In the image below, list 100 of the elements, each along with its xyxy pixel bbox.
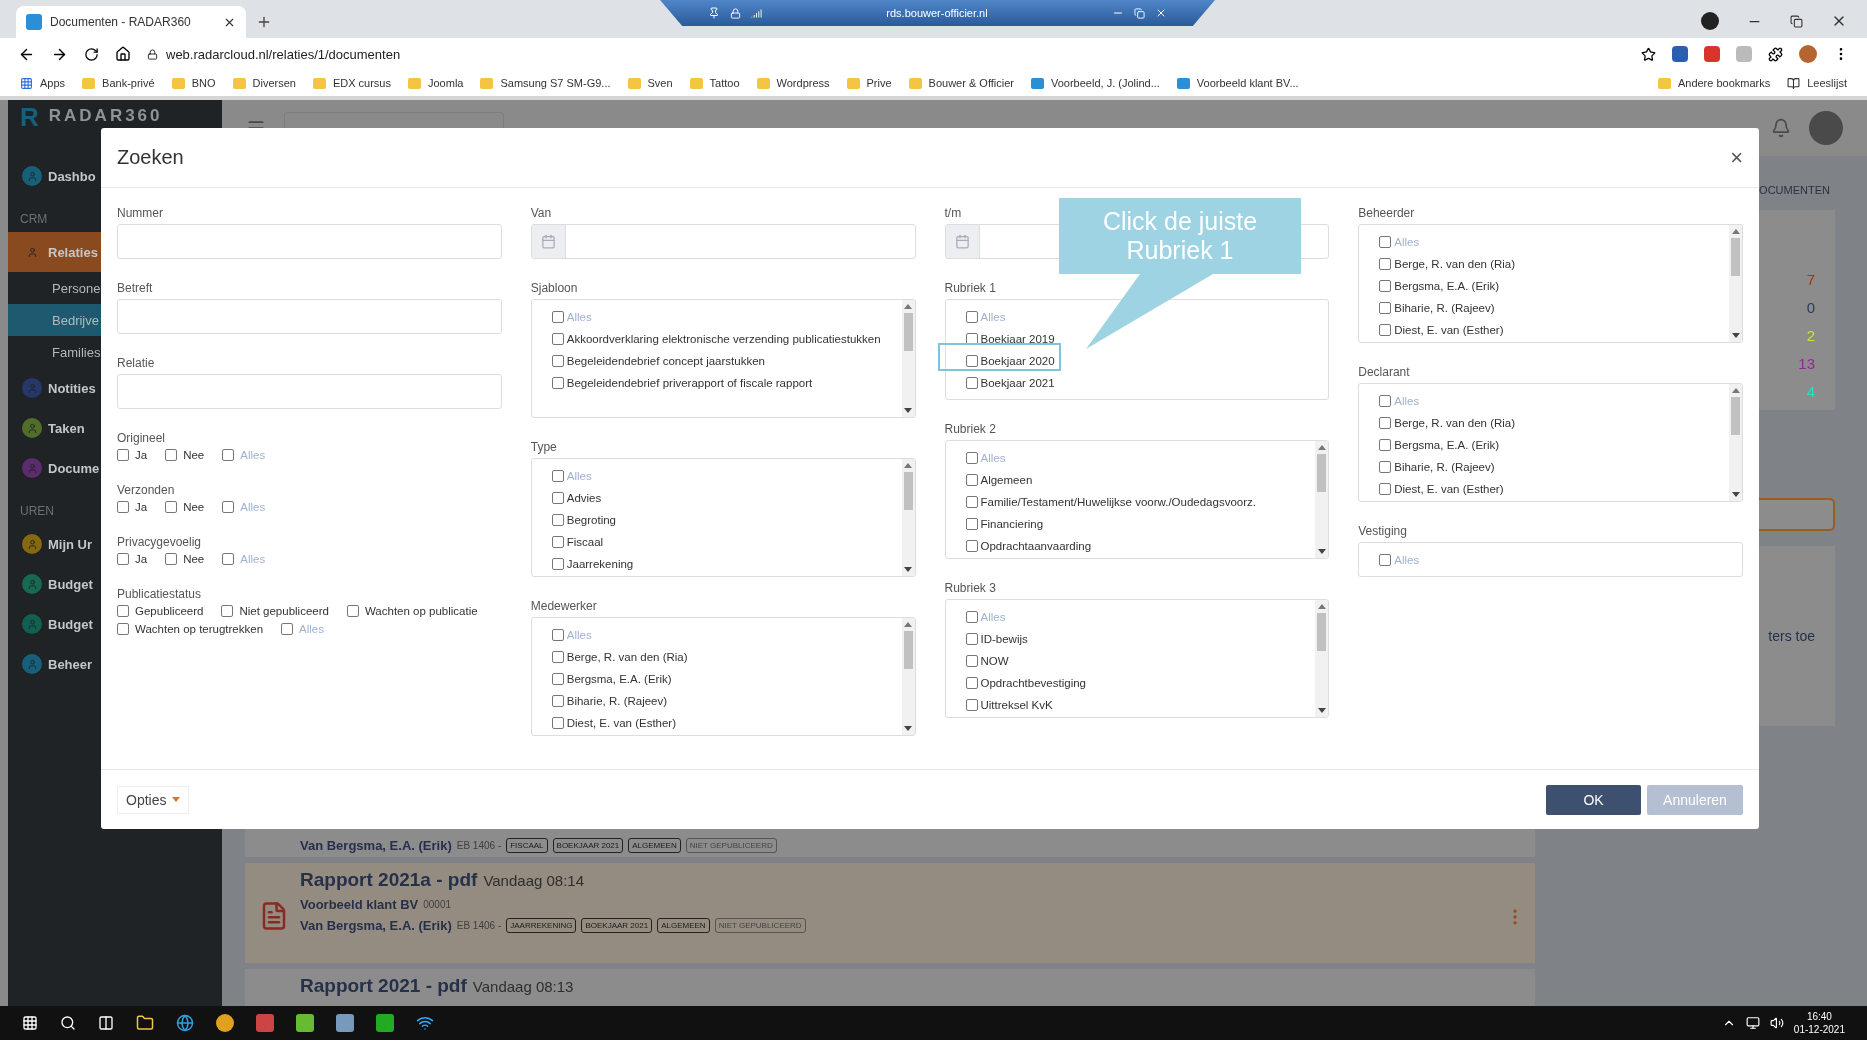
option-label: Alles bbox=[1394, 554, 1420, 566]
field-label: Nummer bbox=[117, 206, 164, 220]
option-label: Alles bbox=[980, 311, 1006, 323]
option-label: Alles bbox=[566, 311, 592, 323]
tag: ALGEMEEN bbox=[628, 838, 681, 853]
option-label: Wachten op publicatie bbox=[364, 605, 478, 617]
tag: NIET GEPUBLICEERD bbox=[685, 838, 777, 853]
option-label: Alles bbox=[240, 449, 266, 461]
option-label: Bergsma, E.A. (Erik) bbox=[1394, 439, 1500, 451]
field-label: Beheerder bbox=[1358, 206, 1416, 220]
option-label: Berge, R. van den (Ria) bbox=[1394, 258, 1516, 270]
option-label: Diest, E. van (Esther) bbox=[566, 717, 677, 729]
field-label: t/m bbox=[944, 206, 963, 220]
field-label: Type bbox=[530, 440, 558, 454]
option-label: Alles bbox=[980, 611, 1006, 623]
option-label: Boekjaar 2019 bbox=[980, 333, 1055, 345]
option-label: ID-bewijs bbox=[980, 633, 1028, 645]
client-number: 00001 bbox=[423, 899, 452, 910]
section-label: CRM bbox=[20, 212, 48, 226]
field-label: Privacygevoelig bbox=[117, 535, 203, 549]
tag: BOEKJAAR 2021 bbox=[581, 918, 653, 933]
option-label: Alles bbox=[1394, 395, 1420, 407]
option-label: Biharie, R. (Rajeev) bbox=[566, 695, 668, 707]
field-label: Rubriek 2 bbox=[944, 422, 997, 436]
option-label: Bergsma, E.A. (Erik) bbox=[1394, 280, 1500, 292]
option-label: Alles bbox=[980, 452, 1006, 464]
option-label: Algemeen bbox=[980, 474, 1033, 486]
dialog-title: Zoeken bbox=[117, 146, 184, 169]
author-text: Van Bergsma, E.A. (Erik) bbox=[300, 918, 452, 933]
field-label: Origineel bbox=[117, 431, 167, 445]
client-name: Voorbeeld klant BV bbox=[300, 897, 419, 912]
field-label: Publicatiestatus bbox=[117, 587, 203, 601]
option-label: Diest, E. van (Esther) bbox=[1394, 324, 1504, 336]
option-label: Ja bbox=[135, 501, 148, 513]
field-label: Rubriek 1 bbox=[944, 281, 997, 295]
option-label: Bergsma, E.A. (Erik) bbox=[566, 673, 672, 685]
option-label: Biharie, R. (Rajeev) bbox=[1394, 302, 1495, 314]
count-text: 4 bbox=[1806, 383, 1815, 400]
host-text: rds.bouwer-officier.nl bbox=[885, 7, 989, 19]
option-label: Alles bbox=[566, 470, 592, 482]
count-text: 7 bbox=[1806, 271, 1815, 288]
option-label: Ja bbox=[135, 553, 148, 565]
field-label: Medewerker bbox=[530, 599, 598, 613]
option-label: Alles bbox=[1394, 236, 1420, 248]
option-label: Fiscaal bbox=[566, 536, 604, 548]
tag: BOEKJAAR 2021 bbox=[552, 838, 624, 853]
tag: NIET GEPUBLICEERD bbox=[714, 918, 806, 933]
option-label: Biharie, R. (Rajeev) bbox=[1394, 461, 1495, 473]
count-text: 2 bbox=[1806, 327, 1815, 344]
option-label: Diest, E. van (Esther) bbox=[1394, 483, 1504, 495]
option-label: Uittreksel KvK bbox=[980, 699, 1053, 711]
option-label: Nee bbox=[183, 449, 205, 461]
option-label: Financiering bbox=[980, 518, 1044, 530]
option-label: Berge, R. van den (Ria) bbox=[1394, 417, 1516, 429]
option-label: NOW bbox=[980, 655, 1009, 667]
document-time: Vandaag 08:13 bbox=[472, 978, 574, 995]
clock-date: 01-12-2021 bbox=[1793, 1023, 1845, 1036]
field-label: Van bbox=[530, 206, 553, 220]
field-label: Rubriek 3 bbox=[944, 581, 997, 595]
count-text: 13 bbox=[1798, 355, 1815, 372]
field-label: Verzonden bbox=[117, 483, 176, 497]
option-label: Begeleidendebrief concept jaarstukken bbox=[566, 355, 765, 367]
field-label: Vestiging bbox=[1358, 524, 1408, 538]
option-label: Berge, R. van den (Ria) bbox=[566, 651, 688, 663]
document-code: EB 1406 - bbox=[456, 840, 502, 851]
option-label: Alles bbox=[240, 501, 266, 513]
logo-text: RADAR360 bbox=[48, 105, 163, 126]
count-text: 0 bbox=[1806, 299, 1815, 316]
section-label: UREN bbox=[20, 504, 54, 518]
option-label: Alles bbox=[566, 629, 592, 641]
logo-mark: R bbox=[20, 102, 39, 133]
field-label: Sjabloon bbox=[530, 281, 579, 295]
field-label: Betreft bbox=[117, 281, 154, 295]
option-label: Begroting bbox=[566, 514, 616, 526]
option-label: Familie/Testament/Huwelijkse voorw./Oudedagsvoorz. bbox=[980, 496, 1256, 508]
tab-label: OCUMENTEN bbox=[1758, 184, 1831, 196]
option-label: Boekjaar 2021 bbox=[980, 377, 1055, 389]
option-label: Advies bbox=[566, 492, 602, 504]
option-label: Alles bbox=[299, 623, 324, 635]
field-label: Relatie bbox=[117, 356, 156, 370]
option-label: Boekjaar 2020 bbox=[980, 355, 1055, 367]
author-text: Van Bergsma, E.A. (Erik) bbox=[300, 838, 452, 853]
tag: FISCAAL bbox=[506, 838, 548, 853]
option-label: Begeleidendebrief priverapport of fiscale rapport bbox=[566, 377, 813, 389]
option-label: Alles bbox=[240, 553, 266, 565]
document-title: Rapport 2021a - pdf bbox=[300, 869, 478, 891]
clock-time: 16:40 bbox=[1806, 1010, 1832, 1023]
option-label: Opdrachtbevestiging bbox=[980, 677, 1086, 689]
tag: JAARREKENING bbox=[506, 918, 577, 933]
document-title: Rapport 2021 - pdf bbox=[300, 975, 467, 997]
option-label: Nee bbox=[183, 501, 205, 513]
option-label: Niet gepubliceerd bbox=[239, 605, 329, 617]
document-time: Vandaag 08:14 bbox=[483, 872, 585, 889]
option-label: Jaarrekening bbox=[566, 558, 634, 570]
tag: ALGEMEEN bbox=[657, 918, 710, 933]
option-label: Nee bbox=[183, 553, 205, 565]
option-label: Gepubliceerd bbox=[135, 605, 204, 617]
option-label: Opdrachtaanvaarding bbox=[980, 540, 1092, 552]
callout-tooltip: Click de juiste Rubriek 1 bbox=[1059, 198, 1301, 274]
field-label: Declarant bbox=[1358, 365, 1411, 379]
